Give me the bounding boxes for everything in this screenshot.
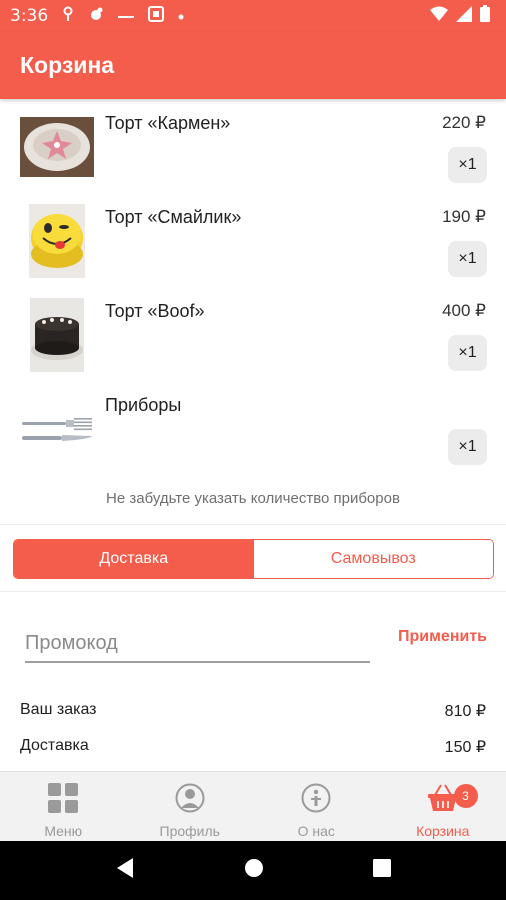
- nav-label: Корзина: [416, 823, 470, 839]
- item-price: 220 ₽: [442, 113, 486, 132]
- quantity-button[interactable]: ×1: [448, 147, 487, 183]
- cart-item: Торт «Кармен» 220 ₽ ×1: [0, 99, 506, 193]
- cake-image: [20, 110, 94, 184]
- nav-menu[interactable]: Меню: [0, 772, 127, 841]
- status-bar: 3:36: [0, 0, 506, 32]
- profile-icon: [175, 783, 205, 818]
- item-name: Торт «Boof»: [105, 301, 205, 321]
- cart-item: Торт «Boof» 400 ₽ ×1: [0, 287, 506, 381]
- dot-icon: [178, 7, 184, 25]
- order-total-row: Ваш заказ 810 ₽: [20, 701, 486, 721]
- home-icon[interactable]: [244, 858, 264, 883]
- nav-cart[interactable]: Корзина 3: [380, 772, 506, 841]
- status-time: 3:36: [10, 6, 49, 26]
- item-price: 190 ₽: [442, 207, 486, 226]
- item-name: Торт «Кармен»: [105, 113, 231, 133]
- nav-label: Профиль: [159, 823, 220, 839]
- system-navigation-bar: [0, 841, 506, 900]
- item-name: Приборы: [105, 395, 182, 415]
- cutlery-image: [20, 392, 94, 466]
- delivery-toggle: Доставка Самовывоз: [13, 539, 494, 579]
- info-icon: [301, 783, 331, 818]
- apply-promo-button[interactable]: Применить: [398, 628, 487, 646]
- quantity-button[interactable]: ×1: [448, 335, 487, 371]
- cart-item: Приборы ×1: [0, 381, 506, 475]
- delivery-option[interactable]: Доставка: [14, 540, 254, 578]
- nav-label: О нас: [297, 823, 335, 839]
- nav-about[interactable]: О нас: [253, 772, 380, 841]
- cake-image: [20, 298, 94, 372]
- cart-content[interactable]: Торт «Кармен» 220 ₽ ×1 Торт «Смайлик» 19…: [0, 99, 506, 771]
- dash-icon: [118, 7, 135, 25]
- app-bar: Корзина: [0, 32, 506, 99]
- item-name: Торт «Смайлик»: [105, 207, 242, 227]
- bottom-navigation: Меню Профиль О нас Корзина 3: [0, 771, 506, 841]
- divider: [0, 524, 506, 525]
- promo-code-input[interactable]: [25, 625, 370, 663]
- grid-icon: [48, 783, 79, 818]
- location-icon: [62, 6, 74, 27]
- app-notification-icon: [88, 6, 104, 27]
- delivery-label: Доставка: [20, 737, 89, 754]
- order-value: 810 ₽: [444, 703, 486, 720]
- item-price: 400 ₽: [442, 301, 486, 320]
- screenshot-icon: [148, 5, 165, 27]
- notification-icons: [62, 5, 184, 27]
- order-label: Ваш заказ: [20, 701, 97, 718]
- divider: [0, 591, 506, 592]
- quantity-button[interactable]: ×1: [448, 241, 487, 277]
- page-title: Корзина: [20, 52, 115, 78]
- nav-label: Меню: [44, 823, 83, 839]
- cake-image: [20, 204, 94, 278]
- signal-icon: [456, 5, 472, 27]
- nav-profile[interactable]: Профиль: [127, 772, 254, 841]
- cart-count-badge: 3: [453, 784, 478, 808]
- quantity-button[interactable]: ×1: [448, 429, 487, 465]
- pickup-option[interactable]: Самовывоз: [253, 540, 493, 578]
- delivery-value: 150 ₽: [444, 739, 486, 756]
- recents-icon[interactable]: [373, 859, 392, 882]
- cutlery-reminder: Не забудьте указать количество приборов: [106, 490, 400, 507]
- wifi-icon: [430, 6, 448, 27]
- cart-item: Торт «Смайлик» 190 ₽ ×1: [0, 193, 506, 287]
- battery-icon: [480, 5, 490, 27]
- delivery-cost-row: Доставка 150 ₽: [20, 737, 486, 757]
- back-icon[interactable]: [115, 857, 135, 884]
